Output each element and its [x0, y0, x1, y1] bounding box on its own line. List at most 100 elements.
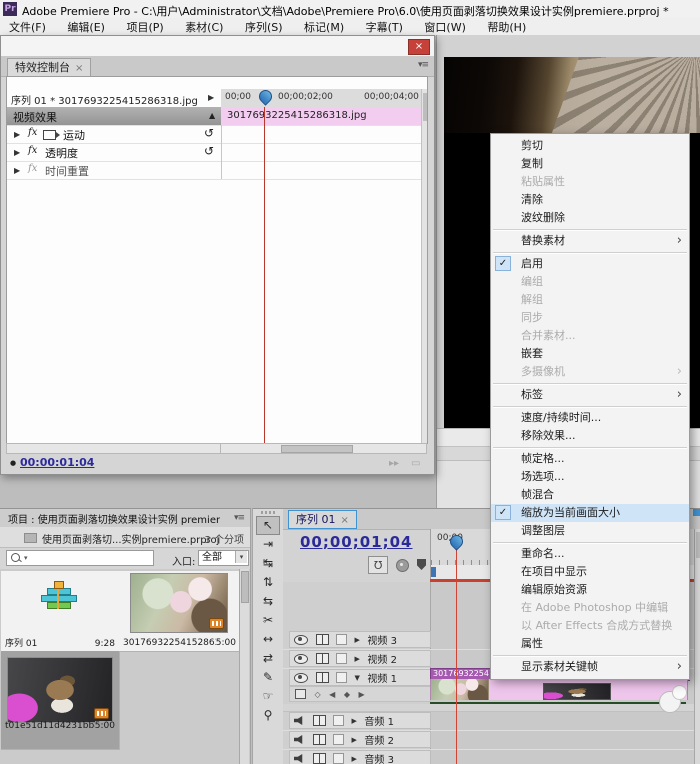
context-menu-item[interactable]: 调整图层 [491, 522, 689, 540]
hand-tool[interactable]: ☞ [257, 687, 279, 706]
context-menu-item[interactable]: 合并素材... [491, 327, 689, 345]
context-menu-item[interactable]: 显示素材关键帧 › [491, 658, 689, 676]
reset-effect-icon[interactable]: ↺ [204, 144, 214, 158]
chevron-down-icon[interactable]: ▾ [24, 554, 28, 562]
track-header[interactable]: ▶ 音频 3 [289, 750, 431, 764]
track-synclock-icon[interactable] [313, 753, 326, 764]
project-item-sequence[interactable]: 序列 01 9:28 [1, 571, 120, 652]
expand-right-icon[interactable]: ▶ [352, 755, 357, 763]
slip-tool[interactable]: ↔ [257, 630, 279, 649]
effects-timeline-ruler[interactable]: 00;00 00;00;02;00 00;00;04;00 [221, 89, 421, 108]
encore-chapter-marker-icon[interactable] [396, 559, 409, 572]
entry-filter-select[interactable]: 全部 ▾ [198, 550, 249, 566]
context-menu-item[interactable]: 速度/持续时间... [491, 409, 689, 427]
collapse-up-icon[interactable]: ▲ [209, 111, 215, 120]
expand-right-icon[interactable]: ▶ [14, 166, 20, 175]
menu-clip[interactable]: 素材(C) [176, 18, 232, 36]
menu-project[interactable]: 项目(P) [117, 18, 172, 36]
rate-stretch-tool[interactable]: ⇆ [257, 592, 279, 611]
search-input[interactable]: ▾ [6, 550, 154, 566]
track-lock-box[interactable] [333, 753, 344, 764]
work-area-start-cap[interactable] [431, 567, 436, 577]
tab-close-icon[interactable]: × [341, 515, 349, 526]
playhead-marker[interactable] [259, 90, 272, 103]
effect-row-opacity[interactable]: ▶ fx 透明度 ↺ [7, 143, 421, 162]
menu-window[interactable]: 窗口(W) [415, 18, 474, 36]
context-menu-item[interactable]: 波纹删除 [491, 209, 689, 227]
context-menu-item[interactable]: 解组 [491, 291, 689, 309]
menu-file[interactable]: 文件(F) [0, 18, 55, 36]
context-menu-item[interactable]: 重命名... [491, 545, 689, 563]
video-effects-header[interactable]: 视频效果 ▲ [7, 107, 222, 125]
track-select-tool[interactable]: ⇥ [257, 535, 279, 554]
project-item-girl-clip[interactable]: 301769322541528631... 5:00 [119, 571, 241, 652]
context-menu-item[interactable]: 剪切 [491, 137, 689, 155]
context-menu-item[interactable]: 以 After Effects 合成方式替换 [491, 617, 689, 635]
clip-fade-handle[interactable] [672, 685, 687, 700]
context-menu-item[interactable]: 多摄像机 › [491, 363, 689, 381]
snap-toggle-button[interactable]: Ω [368, 556, 388, 574]
tab-sequence-01[interactable]: 序列 01× [288, 510, 357, 529]
context-menu-item[interactable]: 编辑原始资源 [491, 581, 689, 599]
expand-right-icon[interactable]: ▶ [355, 636, 360, 644]
previous-keyframe-icon[interactable]: ◀ [329, 690, 335, 699]
context-menu-item[interactable]: 在项目中显示 [491, 563, 689, 581]
expand-right-icon[interactable]: ▶ [355, 655, 360, 663]
timeline-clip-bar[interactable]: 3017693225415286318.jpg [221, 107, 421, 125]
selection-tool[interactable]: ↖ [256, 516, 280, 535]
keyframe-icon[interactable]: ◆ [344, 690, 350, 699]
context-menu-item[interactable]: ✓ 缩放为当前画面大小 [491, 504, 689, 522]
track-header[interactable]: ▶ 音频 2 [289, 731, 431, 748]
track-header[interactable]: ▶ 音频 1 [289, 712, 431, 729]
expand-right-icon[interactable]: ▶ [208, 93, 214, 102]
track-synclock-icon[interactable] [313, 734, 326, 745]
next-keyframe-icon[interactable]: ▶ [358, 690, 364, 699]
track-visibility-icon[interactable] [294, 654, 308, 664]
sequence-timecode[interactable]: 00;00;01;04 [300, 533, 413, 551]
tab-close-icon[interactable]: × [75, 63, 83, 74]
project-item-kitten-clip[interactable]: t01e51d11d4231bb860... 5:00 [1, 651, 120, 750]
track-header[interactable]: ▶ 视频 3 [289, 631, 431, 648]
track-mute-icon[interactable] [294, 716, 305, 725]
tab-effect-controls[interactable]: 特效控制台× [7, 58, 91, 76]
track-header[interactable]: ▼ 视频 1 [289, 669, 431, 686]
zoom-tool[interactable]: ⚲ [257, 706, 279, 725]
expand-right-icon[interactable]: ▶ [14, 148, 20, 157]
playhead-marker[interactable] [450, 535, 463, 548]
context-menu-item[interactable]: 帧定格... [491, 450, 689, 468]
track-synclock-icon[interactable] [316, 653, 329, 664]
chevron-down-icon[interactable]: ▾ [235, 551, 247, 563]
context-menu-item[interactable]: 帧混合 [491, 486, 689, 504]
expand-right-icon[interactable]: ▶ [14, 130, 20, 139]
timeline-scrollbar[interactable] [694, 529, 700, 764]
track-synclock-icon[interactable] [316, 634, 329, 645]
razor-tool[interactable]: ✂ [257, 611, 279, 630]
context-menu-item[interactable]: 标签 › [491, 386, 689, 404]
menu-marker[interactable]: 标记(M) [295, 18, 353, 36]
track-synclock-icon[interactable] [316, 672, 329, 683]
track-header[interactable]: ▶ 视频 2 [289, 650, 431, 667]
expand-down-icon[interactable]: ▼ [355, 674, 360, 682]
context-menu-item[interactable]: 粘贴属性 [491, 173, 689, 191]
floating-window-titlebar[interactable]: × [1, 36, 434, 57]
track-synclock-icon[interactable] [313, 715, 326, 726]
tab-project[interactable]: 项目 : 使用页面剥落切换效果设计实例 premiere ▾≡ [0, 509, 250, 528]
display-style-icon[interactable] [295, 689, 306, 699]
context-menu-item[interactable]: 移除效果... [491, 427, 689, 445]
panel-grip[interactable] [261, 511, 275, 514]
context-menu-item[interactable]: 复制 [491, 155, 689, 173]
context-menu-item[interactable]: 在 Adobe Photoshop 中编辑 [491, 599, 689, 617]
set-marker-icon[interactable] [417, 559, 426, 570]
track-lock-box[interactable] [336, 672, 347, 683]
expand-right-icon[interactable]: ▶ [352, 736, 357, 744]
track-lock-box[interactable] [333, 734, 344, 745]
context-menu-item[interactable]: 属性 [491, 635, 689, 653]
reset-effect-icon[interactable]: ↺ [204, 126, 214, 140]
slide-tool[interactable]: ⇄ [257, 649, 279, 668]
add-keyframe-icon[interactable]: ◇ [315, 690, 321, 699]
track-visibility-icon[interactable] [294, 635, 308, 645]
track-mute-icon[interactable] [294, 735, 305, 744]
track-lock-box[interactable] [336, 634, 347, 645]
effect-row-motion[interactable]: ▶ fx 运动 ↺ [7, 125, 421, 144]
rolling-edit-tool[interactable]: ⇅ [257, 573, 279, 592]
